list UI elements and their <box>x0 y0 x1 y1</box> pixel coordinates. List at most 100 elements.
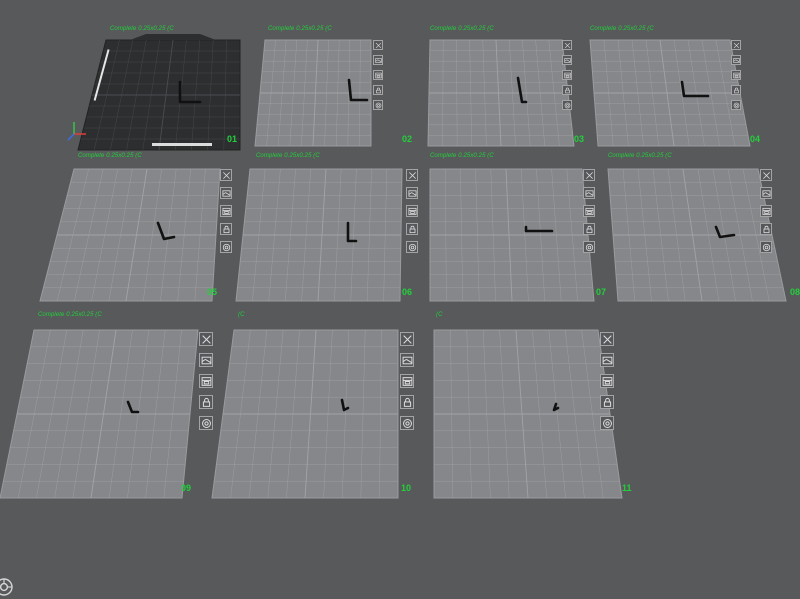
plate-04[interactable]: Complete 0.25x0.25 (C 04 <box>588 26 760 148</box>
plate-bed[interactable] <box>253 38 423 148</box>
lock-plate-button[interactable] <box>760 223 772 235</box>
plate-settings-button[interactable] <box>373 100 383 110</box>
view-orientation-icon[interactable] <box>0 577 14 597</box>
delete-plate-button[interactable] <box>583 169 595 181</box>
arrange-plate-button[interactable] <box>731 55 741 65</box>
close-icon <box>375 42 381 48</box>
plate-settings-button[interactable] <box>400 416 414 430</box>
delete-plate-button[interactable] <box>199 332 213 346</box>
delete-plate-button[interactable] <box>731 40 741 50</box>
lock-plate-button[interactable] <box>600 395 614 409</box>
plate-11[interactable]: (C 11 <box>430 312 640 500</box>
orient-plate-button[interactable] <box>373 70 383 80</box>
lock-plate-button[interactable] <box>731 85 741 95</box>
orient-plate-button[interactable] <box>199 374 213 388</box>
plate-settings-button[interactable] <box>220 241 232 253</box>
plate-settings-button[interactable] <box>199 416 213 430</box>
plate-settings-button[interactable] <box>600 416 614 430</box>
plate-settings-button[interactable] <box>562 100 572 110</box>
delete-plate-button[interactable] <box>600 332 614 346</box>
plate-10[interactable]: (C 10 <box>211 312 418 500</box>
plate-label: Complete 0.25x0.25 (C <box>590 26 654 32</box>
gear-icon <box>602 418 612 428</box>
arrange-plate-button[interactable] <box>373 55 383 65</box>
delete-plate-button[interactable] <box>406 169 418 181</box>
arrange-plate-button[interactable] <box>600 353 614 367</box>
plate-05[interactable]: Complete 0.25x0.25 (C 05 <box>39 153 240 303</box>
plate-03[interactable]: Complete 0.25x0.25 (C 03 <box>426 26 588 148</box>
gear-icon <box>762 243 770 251</box>
plate-07[interactable]: Complete 0.25x0.25 (C 07 <box>428 153 614 303</box>
orient-plate-button[interactable] <box>400 374 414 388</box>
close-icon <box>585 171 593 179</box>
close-icon <box>602 334 612 344</box>
plate-toolbar <box>220 169 232 259</box>
plate-settings-button[interactable] <box>406 241 418 253</box>
arrange-icon <box>602 356 612 364</box>
arrange-icon <box>732 57 740 63</box>
plate-settings-button[interactable] <box>731 100 741 110</box>
arrange-plate-button[interactable] <box>400 353 414 367</box>
plate-02[interactable]: Complete 0.25x0.25 (C 02 <box>253 26 423 148</box>
plate-canvas[interactable]: Complete 0.25x0.25 (C 01 Complete 0.25x0… <box>0 0 800 599</box>
delete-plate-button[interactable] <box>400 332 414 346</box>
plate-08[interactable]: Complete 0.25x0.25 (C 08 <box>606 153 800 303</box>
arrange-plate-button[interactable] <box>199 353 213 367</box>
plate-bed[interactable] <box>211 326 418 500</box>
orient-plate-button[interactable] <box>583 205 595 217</box>
orient-plate-button[interactable] <box>760 205 772 217</box>
lock-plate-button[interactable] <box>562 85 572 95</box>
arrange-plate-button[interactable] <box>583 187 595 199</box>
lock-icon <box>586 225 592 233</box>
plate-toolbar <box>731 40 741 115</box>
orient-plate-button[interactable] <box>562 70 572 80</box>
lock-plate-button[interactable] <box>400 395 414 409</box>
plate-number: 10 <box>401 483 412 493</box>
arrange-plate-button[interactable] <box>220 187 232 199</box>
lock-plate-button[interactable] <box>583 223 595 235</box>
orient-icon <box>407 207 417 215</box>
arrange-icon <box>201 356 211 364</box>
plate-number: 01 <box>227 134 238 144</box>
plate-settings-button[interactable] <box>760 241 772 253</box>
delete-plate-button[interactable] <box>220 169 232 181</box>
orient-plate-button[interactable] <box>731 70 741 80</box>
lock-plate-button[interactable] <box>406 223 418 235</box>
plate-label: (C <box>238 312 245 318</box>
plate-09[interactable]: Complete 0.25x0.25 (C 09 <box>0 312 218 500</box>
delete-plate-button[interactable] <box>373 40 383 50</box>
lock-icon <box>603 397 611 407</box>
axis-gizmo-line <box>67 133 75 141</box>
close-icon <box>408 171 416 179</box>
plate-toolbar <box>400 332 414 437</box>
plate-number: 07 <box>596 287 607 297</box>
arrange-plate-button[interactable] <box>760 187 772 199</box>
lock-icon <box>733 87 739 93</box>
gear-icon <box>375 102 381 108</box>
plate-label: Complete 0.25x0.25 (C <box>608 153 672 159</box>
gear-icon <box>408 243 416 251</box>
plate-toolbar <box>583 169 595 259</box>
lock-plate-button[interactable] <box>220 223 232 235</box>
plate-06[interactable]: Complete 0.25x0.25 (C 06 <box>235 153 426 303</box>
arrange-plate-button[interactable] <box>562 55 572 65</box>
lock-icon <box>223 225 229 233</box>
orient-plate-button[interactable] <box>220 205 232 217</box>
delete-plate-button[interactable] <box>760 169 772 181</box>
gear-icon <box>201 418 211 428</box>
plate-settings-button[interactable] <box>583 241 595 253</box>
plate-bed[interactable] <box>39 165 240 303</box>
lock-plate-button[interactable] <box>199 395 213 409</box>
plate-01[interactable]: Complete 0.25x0.25 (C 01 <box>60 26 260 158</box>
lock-plate-button[interactable] <box>373 85 383 95</box>
delete-plate-button[interactable] <box>562 40 572 50</box>
close-icon <box>201 334 211 344</box>
orient-icon <box>402 376 412 386</box>
orient-plate-button[interactable] <box>406 205 418 217</box>
plate-toolbar <box>373 40 383 115</box>
arrange-plate-button[interactable] <box>406 187 418 199</box>
plate-bed[interactable] <box>0 326 218 500</box>
arrange-icon <box>221 189 231 197</box>
plate-bed[interactable] <box>235 165 426 303</box>
orient-plate-button[interactable] <box>600 374 614 388</box>
